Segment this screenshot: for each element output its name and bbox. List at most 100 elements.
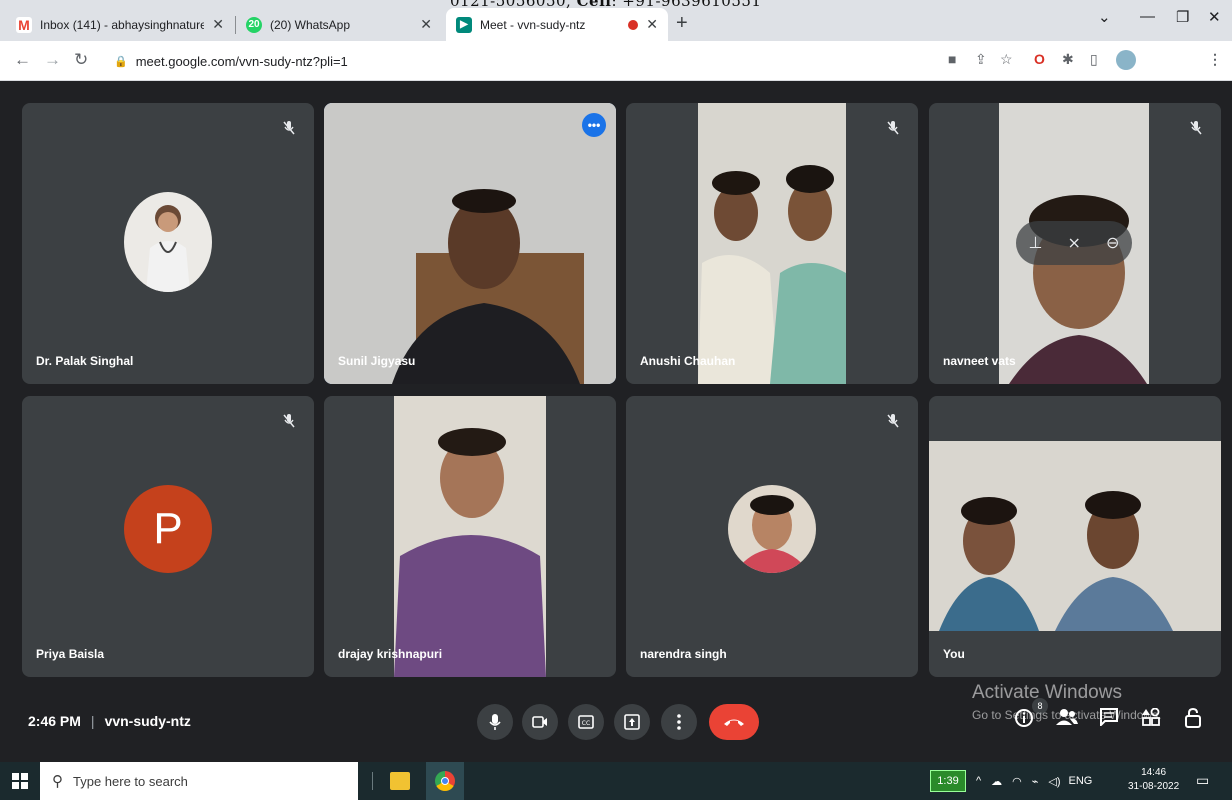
tab-gmail[interactable]: M Inbox (141) - abhaysinghnaturec ✕ — [6, 8, 234, 41]
participant-name: You — [943, 647, 965, 661]
close-icon[interactable]: ✕ — [212, 16, 224, 33]
language-indicator[interactable]: ENG — [1069, 775, 1093, 787]
bookmark-star-icon[interactable]: ☆ — [1000, 51, 1013, 68]
opera-icon[interactable]: O — [1034, 51, 1045, 67]
present-button[interactable] — [614, 704, 650, 740]
mic-off-icon — [276, 408, 302, 434]
meet-grid: Dr. Palak Singhal ••• Sunil Jigyasu Anus… — [10, 82, 1232, 762]
tab-whatsapp[interactable]: 20 (20) WhatsApp ✕ — [236, 8, 442, 41]
browser-toolbar: ← → ↻ 🔒 meet.google.com/vvn-sudy-ntz?pli… — [0, 41, 1232, 81]
clock-date: 31-08-2022 — [1128, 781, 1180, 792]
profile-avatar[interactable] — [1116, 50, 1136, 70]
more-options-button[interactable]: ••• — [582, 113, 606, 137]
battery-indicator[interactable]: 1:39 — [930, 770, 966, 792]
camera-button[interactable] — [522, 704, 558, 740]
search-icon: ⚲ — [52, 773, 63, 790]
new-tab-button[interactable]: + — [676, 12, 688, 35]
participant-name: drajay krishnapuri — [338, 647, 443, 661]
svg-text:CC: CC — [582, 720, 590, 727]
tile-hover-controls: ⊥ ⨯ ⊖ — [1016, 221, 1132, 265]
recording-icon — [628, 19, 639, 30]
tab-title: Meet - vvn-sudy-ntz — [480, 17, 586, 32]
windows-activation-watermark: Activate Windows Go to Settings to activ… — [972, 682, 1162, 722]
close-window-button[interactable]: ✕ — [1208, 8, 1221, 26]
more-options-icon[interactable] — [661, 704, 697, 740]
lock-icon: 🔒 — [114, 55, 128, 68]
participant-name: Anushi Chauhan — [640, 354, 736, 368]
end-call-button[interactable] — [709, 704, 759, 740]
extensions-icon[interactable]: ✱ — [1062, 51, 1074, 68]
participant-name: narendra singh — [640, 647, 727, 661]
volume-icon[interactable]: ◁) — [1048, 775, 1060, 788]
network-icon[interactable]: ⌁ — [1032, 775, 1039, 788]
forward-button[interactable]: → — [44, 50, 61, 70]
file-explorer-icon[interactable] — [390, 772, 410, 790]
system-tray: ^ ☁ ◠ ⌁ ◁) ENG — [976, 762, 1092, 800]
back-button[interactable]: ← — [14, 50, 31, 70]
chrome-icon — [435, 771, 455, 791]
meet-control-bar: 2:46 PM | vvn-sudy-ntz CC Activate Windows… — [10, 680, 1232, 762]
close-icon[interactable]: ✕ — [420, 16, 432, 33]
menu-icon[interactable]: ⋮ — [1208, 51, 1222, 68]
whatsapp-icon: 20 — [246, 16, 262, 33]
captions-button[interactable]: CC — [568, 704, 604, 740]
avatar: P — [124, 485, 212, 573]
restore-button[interactable]: ❐ — [1176, 8, 1189, 26]
participant-name: Priya Baisla — [36, 647, 105, 661]
tab-title: Inbox (141) - abhaysinghnaturec — [40, 17, 205, 32]
url-text: meet.google.com/vvn-sudy-ntz?pli=1 — [135, 53, 348, 69]
chevron-up-icon[interactable]: ^ — [976, 775, 981, 787]
close-icon[interactable]: ✕ — [646, 16, 658, 33]
participant-name: Sunil Jigyasu — [338, 354, 416, 368]
meeting-time: 2:46 PM — [28, 713, 81, 729]
meeting-info: 2:46 PM | vvn-sudy-ntz — [28, 713, 191, 729]
avatar — [124, 192, 212, 292]
mic-off-icon — [880, 408, 906, 434]
address-bar[interactable]: 🔒 meet.google.com/vvn-sudy-ntz?pli=1 — [100, 47, 820, 75]
clock-time: 14:46 — [1141, 767, 1167, 778]
notifications-icon[interactable]: ▭ — [1196, 772, 1209, 789]
tab-meet[interactable]: ▶ Meet - vvn-sudy-ntz ✕ — [446, 8, 668, 41]
participant-tile[interactable]: Dr. Palak Singhal — [22, 103, 314, 384]
avatar — [728, 485, 816, 573]
taskbar-search-input[interactable]: ⚲ Type here to search — [40, 762, 358, 800]
participant-tile[interactable]: Anushi Chauhan — [626, 103, 918, 384]
search-placeholder: Type here to search — [73, 773, 188, 789]
tab-search-button[interactable]: ⌄ — [1098, 8, 1111, 26]
pin-icon[interactable]: ⊥ — [1029, 233, 1043, 253]
participant-tile-self[interactable]: You — [929, 396, 1221, 677]
participant-tile[interactable]: P Priya Baisla — [22, 396, 314, 677]
gmail-icon: M — [16, 16, 32, 33]
participant-tile[interactable]: narendra singh — [626, 396, 918, 677]
participant-name: Dr. Palak Singhal — [36, 354, 134, 368]
windows-start-icon[interactable] — [12, 773, 28, 789]
reload-button[interactable]: ↻ — [74, 50, 88, 70]
clock[interactable]: 14:46 31-08-2022 — [1128, 766, 1179, 794]
mic-off-icon — [1183, 115, 1209, 141]
onedrive-icon[interactable]: ☁ — [991, 775, 1002, 788]
chrome-taskbar-button[interactable] — [426, 762, 464, 800]
participant-tile[interactable]: ••• Sunil Jigyasu — [324, 103, 616, 384]
camera-icon[interactable]: ■ — [948, 51, 956, 67]
sidepanel-icon[interactable]: ▯ — [1090, 51, 1098, 68]
share-icon[interactable]: ⇪ — [975, 51, 987, 68]
tab-title: (20) WhatsApp — [270, 17, 351, 32]
mic-off-icon — [880, 115, 906, 141]
mute-participant-icon[interactable]: ⨯ — [1068, 233, 1081, 253]
host-controls-icon[interactable] — [1185, 708, 1201, 728]
meeting-code: vvn-sudy-ntz — [104, 713, 191, 729]
overlay-contact-text: 0121-5056050, Cell: +91-9639610551 — [450, 0, 762, 10]
wifi-icon[interactable]: ◠ — [1012, 775, 1022, 788]
minimize-button[interactable]: — — [1140, 8, 1155, 25]
participant-name: navneet vats — [943, 354, 1016, 368]
participant-tile[interactable]: drajay krishnapuri — [324, 396, 616, 677]
remove-icon[interactable]: ⊖ — [1106, 233, 1119, 253]
mic-off-icon — [276, 115, 302, 141]
video-feed — [929, 441, 1221, 631]
microphone-button[interactable] — [477, 704, 513, 740]
taskbar-divider — [372, 772, 373, 790]
video-feed — [324, 103, 616, 384]
meet-icon: ▶ — [456, 16, 472, 33]
video-feed — [394, 396, 546, 677]
windows-taskbar: ⚲ Type here to search 1:39 ^ ☁ ◠ ⌁ ◁) EN… — [0, 762, 1232, 800]
